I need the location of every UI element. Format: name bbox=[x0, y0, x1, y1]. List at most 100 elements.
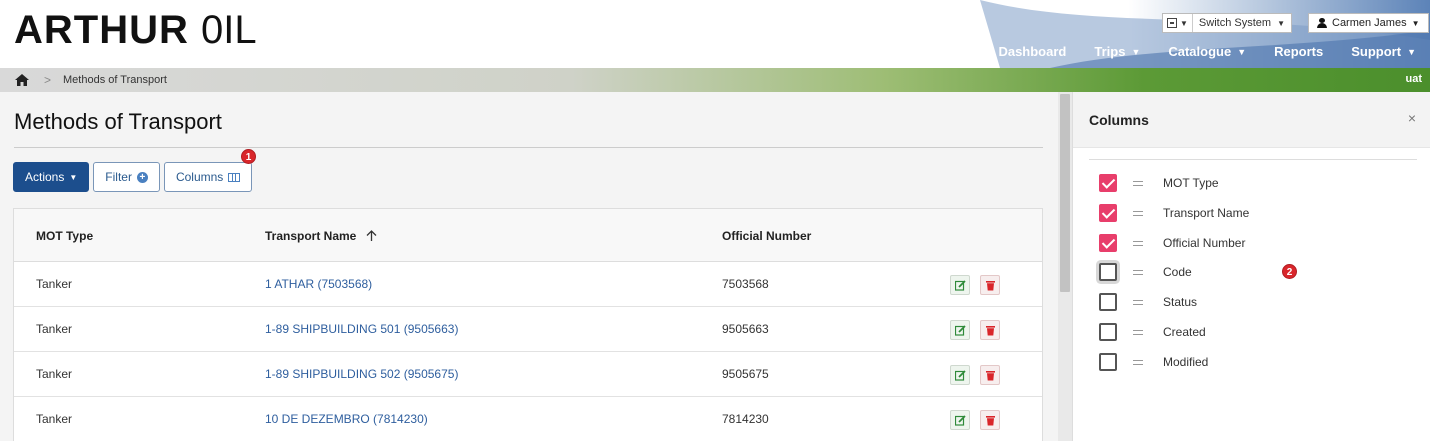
user-name: Carmen James bbox=[1332, 17, 1407, 29]
transport-name-link[interactable]: 1-89 SHIPBUILDING 502 (9505675) bbox=[265, 367, 458, 381]
transport-name-link[interactable]: 10 DE DEZEMBRO (7814230) bbox=[265, 412, 428, 426]
drag-handle-icon[interactable] bbox=[1133, 180, 1143, 186]
breadcrumb-current: Methods of Transport bbox=[63, 74, 167, 86]
edit-icon bbox=[955, 415, 966, 426]
column-checkbox[interactable] bbox=[1099, 174, 1117, 192]
window-icon bbox=[1167, 18, 1177, 28]
columns-label: Columns bbox=[175, 170, 224, 184]
drag-handle-icon[interactable] bbox=[1133, 269, 1143, 275]
column-option-label: Official Number bbox=[1163, 236, 1246, 250]
sort-ascending-icon bbox=[366, 230, 377, 241]
drag-handle-icon[interactable] bbox=[1133, 240, 1143, 246]
logo-text-bold: ARTHUR bbox=[14, 8, 189, 52]
system-menu-toggle[interactable]: ▼ bbox=[1163, 14, 1193, 32]
column-option-mot-type[interactable]: MOT Type bbox=[1099, 172, 1219, 194]
trash-icon bbox=[986, 371, 995, 381]
column-option-status[interactable]: Status bbox=[1099, 291, 1197, 313]
trash-icon bbox=[986, 326, 995, 336]
delete-button[interactable] bbox=[980, 365, 1000, 385]
cell-mot-type: Tanker bbox=[36, 412, 73, 426]
column-checkbox[interactable] bbox=[1099, 204, 1117, 222]
nav-label: Catalogue bbox=[1168, 44, 1232, 59]
cell-official-number: 7814230 bbox=[722, 412, 769, 426]
column-option-official-number[interactable]: Official Number bbox=[1099, 232, 1245, 254]
drag-handle-icon[interactable] bbox=[1133, 210, 1143, 216]
table-row: Tanker 1-89 SHIPBUILDING 502 (9505675) 9… bbox=[14, 352, 1042, 397]
main-scrollbar[interactable] bbox=[1058, 92, 1072, 441]
actions-button[interactable]: Actions ▼ bbox=[13, 162, 90, 192]
column-checkbox[interactable] bbox=[1099, 293, 1117, 311]
column-option-transport-name[interactable]: Transport Name bbox=[1099, 202, 1249, 224]
filter-label: Filter bbox=[105, 170, 132, 184]
nav-support[interactable]: Support ▼ bbox=[1337, 44, 1430, 59]
delete-button[interactable] bbox=[980, 320, 1000, 340]
edit-button[interactable] bbox=[950, 365, 970, 385]
toolbar: Actions ▼ Filter + Columns bbox=[13, 162, 253, 192]
caret-down-icon: ▼ bbox=[1237, 46, 1247, 57]
cell-official-number: 7503568 bbox=[722, 277, 769, 291]
column-checkbox[interactable] bbox=[1099, 234, 1117, 252]
logo-text-thin: 0IL bbox=[201, 8, 257, 52]
home-icon[interactable] bbox=[14, 73, 30, 87]
delete-button[interactable] bbox=[980, 410, 1000, 430]
column-option-label: Code bbox=[1163, 265, 1192, 279]
nav-trips[interactable]: Trips ▼ bbox=[1080, 44, 1154, 59]
nav-label: Support bbox=[1351, 44, 1402, 59]
scrollbar-thumb[interactable] bbox=[1060, 94, 1070, 292]
panel-divider bbox=[1089, 159, 1417, 160]
user-menu[interactable]: Carmen James ▼ bbox=[1308, 13, 1429, 33]
transport-name-link[interactable]: 1-89 SHIPBUILDING 501 (9505663) bbox=[265, 322, 458, 336]
environment-label: uat bbox=[1405, 73, 1423, 85]
trash-icon bbox=[986, 416, 995, 426]
filter-button[interactable]: Filter + bbox=[93, 162, 160, 192]
app-header: ARTHUR 0IL ▼ Switch System ▼ Carmen Jame… bbox=[0, 0, 1430, 68]
column-option-code[interactable]: Code bbox=[1099, 261, 1192, 283]
cell-mot-type: Tanker bbox=[36, 277, 73, 291]
caret-down-icon: ▼ bbox=[1407, 46, 1416, 57]
transport-table: MOT Type Transport Name Official Number … bbox=[13, 208, 1043, 441]
edit-icon bbox=[955, 325, 966, 336]
title-divider bbox=[14, 147, 1043, 148]
company-logo[interactable]: ARTHUR 0IL bbox=[14, 10, 257, 50]
actions-label: Actions bbox=[25, 170, 65, 184]
column-option-modified[interactable]: Modified bbox=[1099, 351, 1208, 373]
columns-icon bbox=[228, 172, 241, 182]
columns-count-badge: 1 bbox=[241, 149, 256, 164]
edit-button[interactable] bbox=[950, 275, 970, 295]
main-nav: Dashboard Trips ▼ Catalogue ▼ Reports Supp… bbox=[984, 44, 1430, 59]
delete-button[interactable] bbox=[980, 275, 1000, 295]
table-row: Tanker 1-89 SHIPBUILDING 501 (9505663) 9… bbox=[14, 307, 1042, 352]
column-checkbox[interactable] bbox=[1099, 323, 1117, 341]
edit-button[interactable] bbox=[950, 320, 970, 340]
drag-handle-icon[interactable] bbox=[1133, 329, 1143, 335]
transport-name-link[interactable]: 1 ATHAR (7503568) bbox=[265, 277, 372, 291]
panel-title: Columns bbox=[1089, 112, 1149, 128]
drag-handle-icon[interactable] bbox=[1133, 299, 1143, 305]
cell-official-number: 9505663 bbox=[722, 322, 769, 336]
panel-header: Columns × bbox=[1073, 92, 1430, 148]
nav-catalogue[interactable]: Catalogue ▼ bbox=[1154, 44, 1260, 59]
nav-dashboard[interactable]: Dashboard bbox=[984, 44, 1080, 59]
column-option-created[interactable]: Created bbox=[1099, 321, 1206, 343]
caret-down-icon: ▼ bbox=[69, 172, 78, 182]
switch-system-dropdown[interactable]: ▼ Switch System ▼ bbox=[1162, 13, 1292, 33]
column-option-label: Modified bbox=[1163, 355, 1209, 369]
drag-handle-icon[interactable] bbox=[1133, 359, 1143, 365]
page-title: Methods of Transport bbox=[14, 109, 222, 134]
column-checkbox[interactable] bbox=[1099, 263, 1117, 281]
trash-icon bbox=[986, 281, 995, 291]
table-row: Tanker 1 ATHAR (7503568) 7503568 bbox=[14, 262, 1042, 307]
header-official-number[interactable]: Official Number bbox=[722, 229, 811, 243]
columns-panel: Columns × MOT Type Transport Name Offici… bbox=[1072, 92, 1430, 441]
header-transport-name[interactable]: Transport Name bbox=[265, 229, 377, 243]
columns-button[interactable]: Columns bbox=[163, 162, 253, 192]
chevron-right-icon: > bbox=[44, 73, 52, 87]
header-mot-type[interactable]: MOT Type bbox=[36, 229, 93, 243]
close-icon[interactable]: × bbox=[1408, 110, 1416, 126]
edit-button[interactable] bbox=[950, 410, 970, 430]
user-icon bbox=[1317, 18, 1327, 28]
nav-reports[interactable]: Reports bbox=[1260, 44, 1337, 59]
caret-down-icon: ▼ bbox=[1277, 18, 1285, 28]
breadcrumb: > Methods of Transport uat bbox=[0, 68, 1430, 92]
column-checkbox[interactable] bbox=[1099, 353, 1117, 371]
